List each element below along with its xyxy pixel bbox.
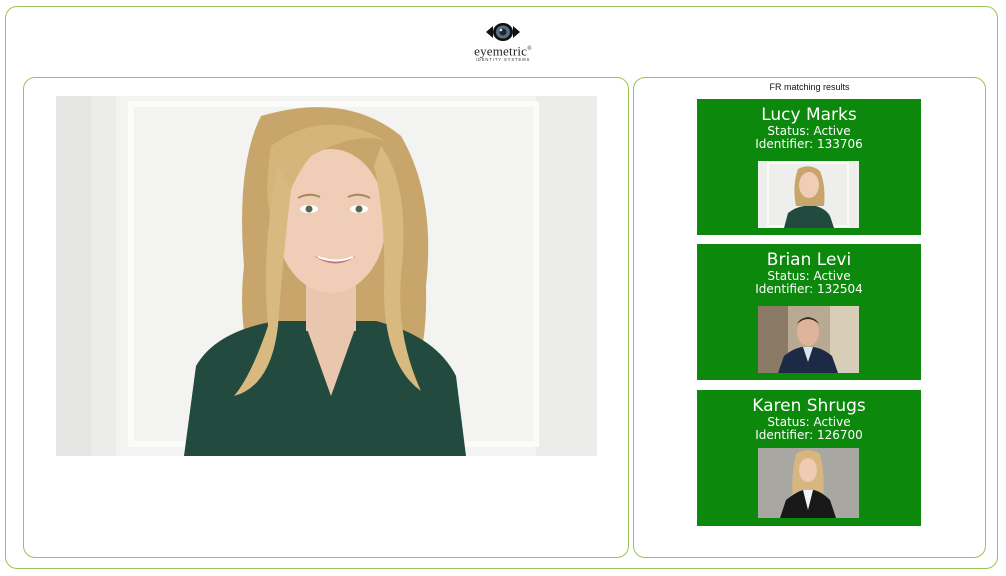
brand-logo: eyemetric® IDENTITY SYSTEMS [463, 22, 543, 66]
match-card[interactable]: Karen Shrugs Status: Active Identifier: … [697, 390, 921, 526]
eye-logo-icon [486, 23, 520, 41]
match-name: Lucy Marks [761, 105, 857, 125]
brand-name: eyemetric® [474, 43, 532, 59]
probe-photo [56, 96, 597, 456]
match-name: Brian Levi [766, 250, 852, 270]
match-identifier: Identifier: 132504 [755, 282, 863, 296]
match-card[interactable]: Lucy Marks Status: Active Identifier: 13… [697, 99, 921, 235]
results-title: FR matching results [769, 82, 850, 92]
match-identifier: Identifier: 133706 [755, 137, 863, 151]
brand-tagline: IDENTITY SYSTEMS [475, 57, 531, 63]
match-identifier: Identifier: 126700 [755, 428, 863, 442]
match-photo [758, 448, 859, 518]
match-photo [758, 306, 859, 373]
match-card[interactable]: Brian Levi Status: Active Identifier: 13… [697, 244, 921, 380]
match-name: Karen Shrugs [752, 396, 866, 416]
match-photo [758, 161, 859, 228]
